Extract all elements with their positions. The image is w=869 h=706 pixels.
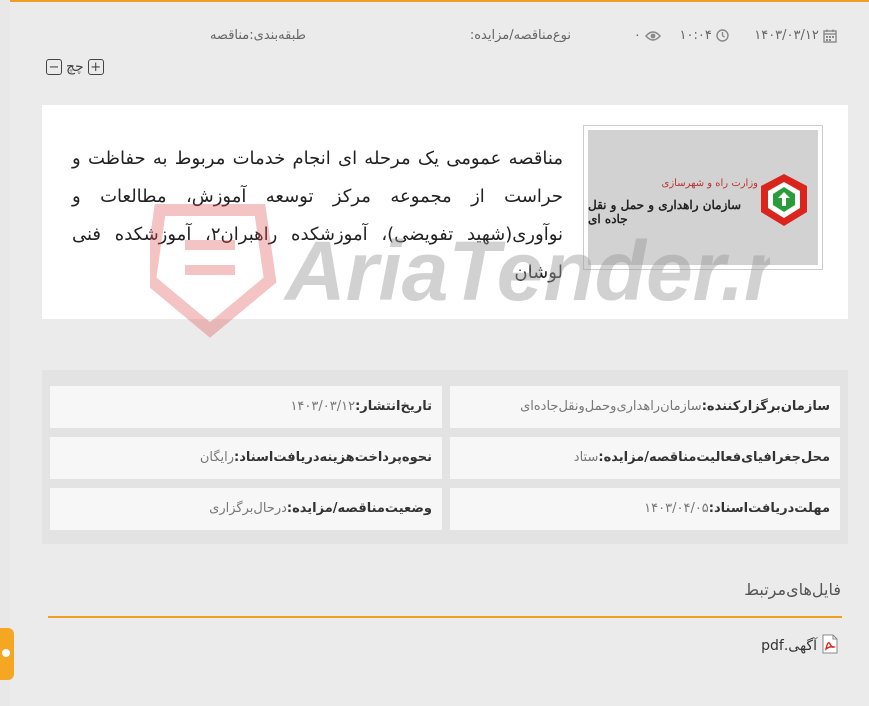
detail-deadline: مهلت‌دریافت‌اسناد:۱۴۰۳/۰۴/۰۵ (450, 488, 840, 530)
detail-region: محل‌جغرافیای‌فعالیت‌مناقصه/مزایده:ستاد (450, 437, 840, 479)
logo-ministry-text: وزارت راه و شهرسازی (661, 178, 758, 189)
file-name: آگهی.pdf (761, 638, 817, 654)
zoom-controls: − چچ + (46, 59, 104, 75)
meta-type: نوع‌مناقصه/مزایده: (469, 28, 571, 43)
detail-publish-date: تاریخ‌انتشار:۱۴۰۳/۰۳/۱۲ (50, 386, 442, 428)
detail-organizer-value: سازمان‌راهداری‌و‌حمل‌و‌نقل‌جاده‌ای (520, 399, 702, 414)
side-feedback-tab[interactable] (0, 628, 14, 680)
meta-date-text: ۱۴۰۳/۰۳/۱۲ (754, 28, 819, 43)
tender-card: وزارت راه و شهرسازی سازمان راهداری و حمل… (42, 105, 848, 319)
detail-fee: نحوه‌پرداخت‌هزینه‌دریافت‌اسناد:رایگان (50, 437, 442, 479)
pdf-icon (821, 634, 839, 658)
detail-organizer: سازمان‌برگزارکننده:سازمان‌راهداری‌و‌حمل‌… (450, 386, 840, 428)
zoom-in-icon[interactable]: + (87, 59, 104, 75)
calendar-icon (819, 28, 837, 43)
file-link-ad-pdf[interactable]: آگهی.pdf (761, 634, 839, 658)
side-tab-dot-icon (2, 649, 10, 657)
road-ministry-emblem-icon (761, 174, 807, 226)
meta-views: ۰ (634, 28, 661, 43)
detail-deadline-value: ۱۴۰۳/۰۴/۰۵ (644, 501, 709, 516)
detail-fee-label: نحوه‌پرداخت‌هزینه‌دریافت‌اسناد: (234, 450, 432, 465)
meta-date: ۱۴۰۳/۰۳/۱۲ (754, 28, 837, 43)
meta-views-text: ۰ (633, 28, 641, 43)
zoom-out-icon[interactable]: − (46, 59, 62, 75)
logo-org-text: سازمان راهداری و حمل و نقل جاده ای (588, 198, 742, 226)
clock-icon (712, 28, 729, 43)
detail-organizer-label: سازمان‌برگزارکننده: (701, 399, 830, 414)
related-files-divider (48, 616, 842, 618)
meta-time-text: ۱۰:۰۴ (679, 28, 712, 43)
detail-status-label: وضعیت‌مناقصه/مزایده: (286, 501, 432, 516)
meta-category: طبقه‌بندی:مناقصه (209, 28, 306, 43)
detail-deadline-label: مهلت‌دریافت‌اسناد: (708, 501, 830, 516)
detail-region-value: ستاد (573, 450, 599, 465)
detail-status: وضعیت‌مناقصه/مزایده:درحال‌برگزاری (50, 488, 442, 530)
detail-fee-value: رایگان (199, 450, 235, 465)
detail-status-value: درحال‌برگزاری (209, 501, 287, 516)
tender-title: مناقصه عمومی یک مرحله ای انجام خدمات مرب… (72, 148, 564, 283)
related-files-title: فایل‌های‌مرتبط (744, 580, 841, 599)
tender-details: سازمان‌برگزارکننده:سازمان‌راهداری‌و‌حمل‌… (42, 370, 848, 544)
meta-time: ۱۰:۰۴ (680, 28, 729, 43)
detail-publish-value: ۱۴۰۳/۰۳/۱۲ (290, 399, 356, 414)
eye-icon (641, 28, 661, 43)
organization-logo: وزارت راه و شهرسازی سازمان راهداری و حمل… (583, 125, 823, 270)
detail-publish-label: تاریخ‌انتشار: (355, 399, 432, 414)
zoom-label: چچ (66, 59, 84, 75)
detail-region-label: محل‌جغرافیای‌فعالیت‌مناقصه/مزایده: (598, 450, 830, 465)
